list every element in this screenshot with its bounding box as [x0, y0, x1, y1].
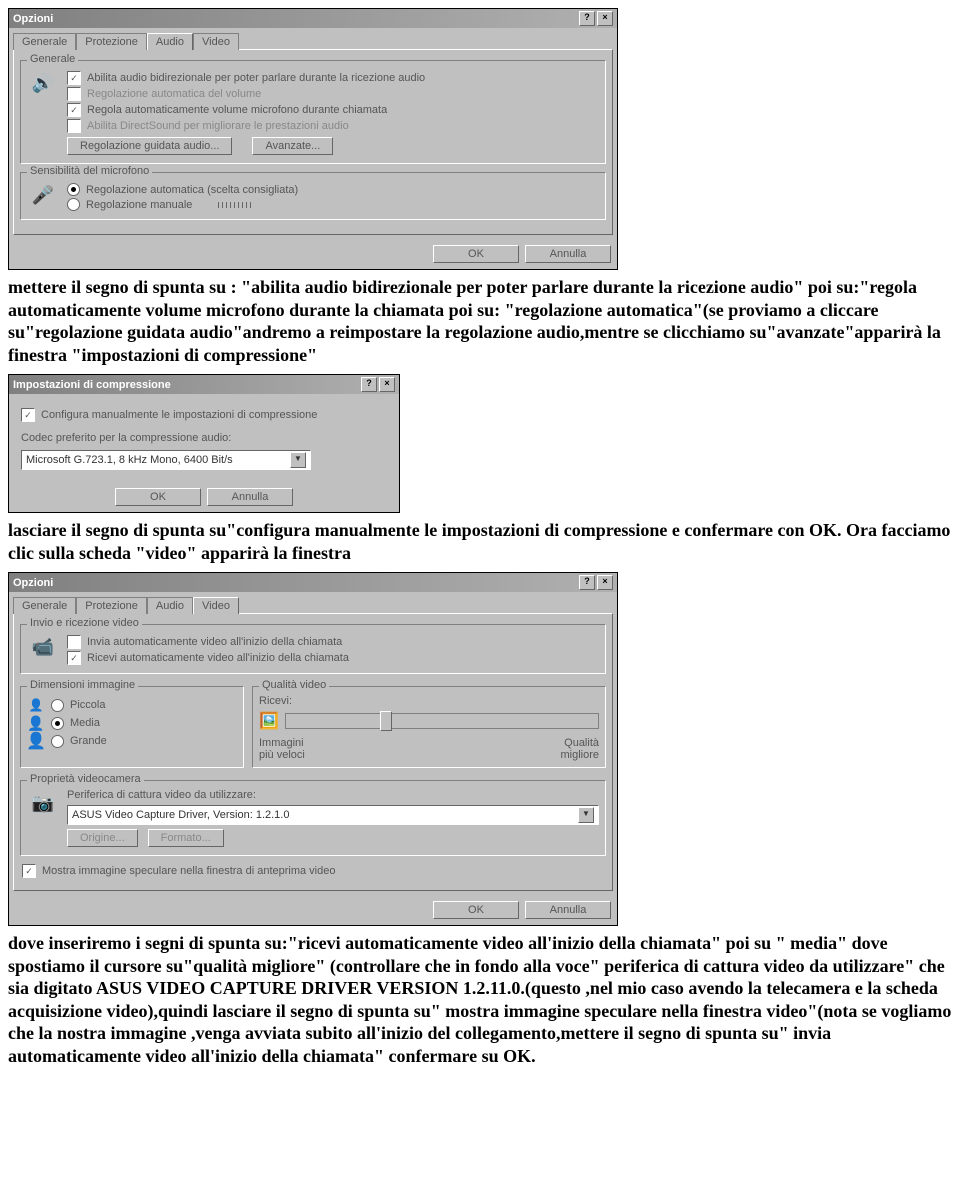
dialog-title-text: Impostazioni di compressione — [13, 379, 171, 391]
quality-slider[interactable] — [285, 713, 599, 729]
checkbox-micvol[interactable]: ✓ — [67, 103, 81, 117]
tab-video[interactable]: Video — [193, 597, 239, 614]
radio-auto[interactable] — [67, 183, 80, 196]
chevron-down-icon[interactable]: ▼ — [578, 807, 594, 823]
checkbox-autovol[interactable] — [67, 87, 81, 101]
codec-combo[interactable]: Microsoft G.723.1, 8 kHz Mono, 6400 Bit/… — [21, 450, 311, 470]
group-title: Sensibilità del microfono — [27, 165, 152, 177]
tab-audio[interactable]: Audio — [147, 597, 193, 614]
radio-medium[interactable] — [51, 717, 64, 730]
origin-button[interactable]: Origine... — [67, 829, 138, 847]
face-small-icon: 👤 — [27, 697, 45, 713]
camera-icon: 📹 — [27, 633, 59, 661]
camera-combo[interactable]: ASUS Video Capture Driver, Version: 1.2.… — [67, 805, 599, 825]
recv-label: Ricevi: — [259, 695, 599, 707]
group-send-recv: Invio e ricezione video 📹 Invia automati… — [20, 624, 606, 674]
speaker-icon: 🔊 — [27, 69, 59, 97]
tabs: Generale Protezione Audio Video — [9, 28, 617, 49]
tab-video[interactable]: Video — [193, 33, 239, 50]
compression-dialog: Impostazioni di compressione ? × ✓ Config… — [8, 374, 400, 513]
radio-small[interactable] — [51, 699, 64, 712]
tab-protezione[interactable]: Protezione — [76, 33, 147, 50]
paragraph-1: mettere il segno di spunta su : "abilita… — [8, 276, 952, 366]
checkbox-manual-compression[interactable]: ✓ — [21, 408, 35, 422]
group-title: Generale — [27, 53, 78, 65]
checkbox-directsound[interactable] — [67, 119, 81, 133]
label-manual: Regolazione manuale — [86, 199, 192, 211]
label-autovol: Regolazione automatica del volume — [87, 88, 261, 100]
help-icon[interactable]: ? — [579, 575, 595, 590]
dialog-title-text: Opzioni — [13, 577, 53, 589]
label-manual-compression: Configura manualmente le impostazioni di… — [41, 409, 317, 421]
tab-audio[interactable]: Audio — [147, 33, 193, 50]
label-micvol: Regola automaticamente volume microfono … — [87, 104, 387, 116]
help-icon[interactable]: ? — [579, 11, 595, 26]
radio-manual[interactable] — [67, 198, 80, 211]
tab-generale[interactable]: Generale — [13, 597, 76, 614]
close-icon[interactable]: × — [597, 575, 613, 590]
codec-value: Microsoft G.723.1, 8 kHz Mono, 6400 Bit/… — [26, 454, 233, 466]
advanced-button[interactable]: Avanzate... — [252, 137, 333, 155]
label-better: Qualità migliore — [539, 737, 599, 761]
ok-button[interactable]: OK — [115, 488, 201, 506]
label-send-auto: Invia automaticamente video all'inizio d… — [87, 636, 342, 648]
checkbox-mirror[interactable]: ✓ — [22, 864, 36, 878]
label-auto: Regolazione automatica (scelta consiglia… — [86, 184, 298, 196]
options-audio-dialog: Opzioni ? × Generale Protezione Audio Vi… — [8, 8, 618, 270]
checkbox-recv-auto[interactable]: ✓ — [67, 651, 81, 665]
group-camera: Proprietà videocamera 📷 Periferica di ca… — [20, 780, 606, 856]
sensitivity-slider[interactable] — [218, 202, 251, 208]
label-large: Grande — [70, 735, 107, 747]
tab-protezione[interactable]: Protezione — [76, 597, 147, 614]
close-icon[interactable]: × — [379, 377, 395, 392]
label-bidir: Abilita audio bidirezionale per poter pa… — [87, 72, 425, 84]
wizard-button[interactable]: Regolazione guidata audio... — [67, 137, 232, 155]
checkbox-bidir[interactable]: ✓ — [67, 71, 81, 85]
label-small: Piccola — [70, 699, 105, 711]
checkbox-send-auto[interactable] — [67, 635, 81, 649]
cam-label: Periferica di cattura video da utilizzar… — [67, 789, 599, 801]
group-mic-sensitivity: Sensibilità del microfono 🎤 Regolazione … — [20, 172, 606, 220]
options-video-dialog: Opzioni ? × Generale Protezione Audio Vi… — [8, 572, 618, 926]
dialog-titlebar: Opzioni ? × — [9, 573, 617, 592]
paragraph-3: dove inseriremo i segni di spunta su:"ri… — [8, 932, 952, 1067]
group-generale: Generale 🔊 ✓Abilita audio bidirezionale … — [20, 60, 606, 164]
close-icon[interactable]: × — [597, 11, 613, 26]
paragraph-2: lasciare il segno di spunta su"configura… — [8, 519, 952, 564]
video-frame-icon: 🖼️ — [259, 711, 279, 731]
group-title: Invio e ricezione video — [27, 617, 142, 629]
cancel-button[interactable]: Annulla — [525, 901, 611, 919]
group-dimensions: Dimensioni immagine 👤Piccola 👤Media 👤Gra… — [20, 686, 244, 768]
label-recv-auto: Ricevi automaticamente video all'inizio … — [87, 652, 349, 664]
dialog-titlebar: Impostazioni di compressione ? × — [9, 375, 399, 394]
group-title: Proprietà videocamera — [27, 773, 144, 785]
dialog-titlebar: Opzioni ? × — [9, 9, 617, 28]
radio-large[interactable] — [51, 735, 64, 748]
label-faster: Immagini più veloci — [259, 737, 319, 761]
face-large-icon: 👤 — [27, 733, 45, 749]
face-med-icon: 👤 — [27, 715, 45, 731]
label-medium: Media — [70, 717, 100, 729]
mic-icon: 🎤 — [27, 181, 59, 209]
cancel-button[interactable]: Annulla — [525, 245, 611, 263]
ok-button[interactable]: OK — [433, 245, 519, 263]
camera-value: ASUS Video Capture Driver, Version: 1.2.… — [72, 809, 289, 821]
group-title: Dimensioni immagine — [27, 679, 138, 691]
label-directsound: Abilita DirectSound per migliorare le pr… — [87, 120, 349, 132]
help-icon[interactable]: ? — [361, 377, 377, 392]
format-button[interactable]: Formato... — [148, 829, 224, 847]
tab-generale[interactable]: Generale — [13, 33, 76, 50]
webcam-icon: 📷 — [27, 789, 59, 817]
dialog-title-text: Opzioni — [13, 13, 53, 25]
chevron-down-icon[interactable]: ▼ — [290, 452, 306, 468]
cancel-button[interactable]: Annulla — [207, 488, 293, 506]
label-mirror: Mostra immagine speculare nella finestra… — [42, 865, 335, 877]
group-title: Qualità video — [259, 679, 329, 691]
ok-button[interactable]: OK — [433, 901, 519, 919]
group-quality: Qualità video Ricevi: 🖼️ Immagini più ve… — [252, 686, 606, 768]
codec-label: Codec preferito per la compressione audi… — [21, 432, 387, 444]
